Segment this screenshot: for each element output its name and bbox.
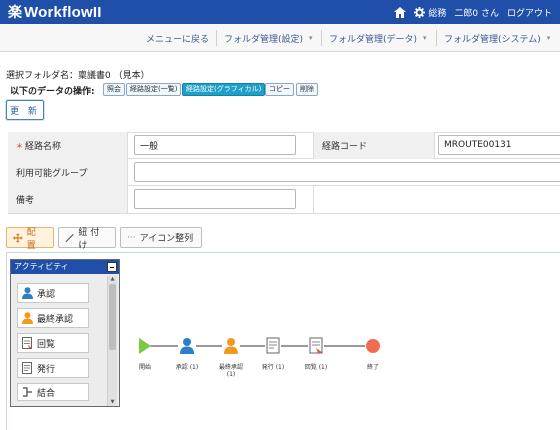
palette-item-label: 結合: [37, 388, 56, 399]
update-button[interactable]: 更 新: [6, 100, 44, 120]
palette-item-merge[interactable]: 結合: [17, 383, 89, 401]
document-icon: [22, 362, 32, 374]
palette-item-label: 承認: [37, 289, 56, 300]
merge-icon: [23, 387, 32, 397]
group-input[interactable]: [134, 162, 560, 182]
minimize-icon[interactable]: [107, 262, 117, 272]
circulate-node-icon: [309, 337, 323, 354]
menu-folder-settings[interactable]: フォルダ管理(設定) ▾: [224, 24, 313, 52]
app-logo[interactable]: 楽 WorkflowII: [8, 3, 102, 22]
link-tool-label: 紐 付 け: [78, 227, 100, 251]
activity-palette: アクティビティ 承認 最終承認 回覧 発行 結合 ▲ ▼: [10, 259, 120, 407]
palette-title-bar[interactable]: アクティビティ: [11, 260, 119, 274]
route-code-label: 経路コード: [313, 132, 435, 159]
approve-node-icon: [180, 338, 194, 354]
op-copy-button[interactable]: コピー: [265, 83, 294, 96]
node-label-final-approve: 最終承認: [218, 364, 243, 371]
op-route-list-button[interactable]: 経路設定(一覧): [126, 83, 182, 96]
operations-label: 以下のデータの操作:: [10, 87, 95, 97]
move-icon: [13, 232, 23, 243]
palette-item-label: 発行: [37, 364, 56, 375]
node-label-final-approve-count: (1): [226, 371, 236, 378]
required-icon: ＊: [16, 141, 23, 150]
align-icons-label: アイコン整列: [139, 234, 194, 244]
home-link[interactable]: [394, 6, 407, 18]
palette-item-issue[interactable]: 発行: [17, 358, 89, 378]
node-label-circulate: 回覧 (1): [304, 364, 328, 371]
menu-folder-system[interactable]: フォルダ管理(システム) ▾: [444, 24, 550, 52]
palette-title: アクティビティ: [14, 262, 69, 271]
group-label: 利用可能グループ: [8, 159, 128, 186]
menu-folder-settings-label: フォルダ管理(設定): [224, 34, 304, 45]
link-tool-button[interactable]: 紐 付 け: [58, 227, 116, 251]
dots-icon: ···: [127, 232, 136, 243]
route-name-input[interactable]: [134, 135, 296, 155]
node-label-start: 開始: [138, 364, 151, 371]
palette-scrollbar[interactable]: ▲ ▼: [107, 276, 117, 406]
logout-link[interactable]: ログアウト: [507, 6, 552, 19]
palette-item-final-approve[interactable]: 最終承認: [17, 308, 89, 328]
route-code-input[interactable]: [438, 135, 560, 155]
node-label-issue: 発行 (1): [261, 364, 285, 371]
group-row: 利用可能グループ: [8, 159, 560, 186]
end-node-icon: [366, 339, 380, 353]
route-name-row: ＊経路名称 経路コード: [8, 132, 560, 159]
circulate-doc-icon: [22, 337, 32, 349]
logo-text: WorkflowII: [24, 3, 102, 21]
route-name-label-text: 経路名称: [25, 142, 62, 152]
person-orange-icon: [22, 312, 33, 324]
user-name[interactable]: 二郎0 さん: [454, 6, 499, 19]
palette-item-label: 最終承認: [37, 314, 74, 325]
start-node-icon: [139, 338, 151, 354]
link-line-icon: [65, 233, 74, 242]
logo-mark: 楽: [8, 5, 22, 21]
scroll-up-icon[interactable]: ▲: [109, 276, 116, 283]
op-route-graphical-button[interactable]: 経路設定(グラフィカル): [182, 83, 266, 96]
menu-folder-system-label: フォルダ管理(システム): [444, 34, 541, 45]
scroll-down-icon[interactable]: ▼: [109, 399, 116, 406]
gear-icon: [414, 6, 426, 18]
remarks-row: 備考: [8, 186, 560, 213]
person-blue-icon: [22, 287, 33, 299]
node-label-approve: 承認 (1): [175, 364, 199, 371]
remarks-label: 備考: [8, 186, 128, 213]
node-label-end: 終了: [366, 364, 379, 371]
palette-item-approve[interactable]: 承認: [17, 283, 89, 303]
menu-folder-data-label: フォルダ管理(データ): [329, 34, 418, 45]
chevron-down-icon: ▾: [546, 34, 551, 42]
main-menu: メニューに戻る フォルダ管理(設定) ▾ フォルダ管理(データ) ▾ フォルダ管理(…: [0, 24, 560, 52]
menu-back[interactable]: メニューに戻る: [146, 24, 209, 52]
palette-item-label: 回覧: [37, 339, 56, 350]
place-tool-label: 配 置: [26, 227, 36, 251]
palette-item-circulate[interactable]: 回覧: [17, 333, 89, 353]
remarks-input[interactable]: [134, 189, 296, 209]
align-icons-button[interactable]: ··· アイコン整列: [120, 227, 202, 248]
issue-node-icon: [266, 337, 280, 354]
top-nav: 総務 二郎0 さん ログアウト: [394, 0, 552, 24]
menu-folder-data[interactable]: フォルダ管理(データ) ▾: [329, 24, 427, 52]
general-label: 総務: [428, 8, 447, 19]
chevron-down-icon: ▾: [309, 34, 313, 42]
home-icon: [394, 6, 407, 18]
general-settings-link[interactable]: 総務: [414, 6, 446, 19]
top-header: 楽 WorkflowII 総務 二郎0 さん ログアウト: [0, 0, 560, 24]
route-name-label: ＊経路名称: [8, 132, 128, 159]
chevron-down-icon: ▾: [423, 34, 427, 42]
place-tool-button[interactable]: 配 置: [6, 227, 54, 251]
op-delete-button[interactable]: 削除: [296, 83, 318, 96]
menu-back-label: メニューに戻る: [146, 34, 210, 45]
final-approve-node-icon: [224, 338, 238, 354]
scroll-thumb[interactable]: [109, 284, 116, 350]
op-view-button[interactable]: 照会: [103, 83, 125, 96]
selected-folder: 選択フォルダ名：稟議書0 （見本）: [6, 71, 150, 81]
